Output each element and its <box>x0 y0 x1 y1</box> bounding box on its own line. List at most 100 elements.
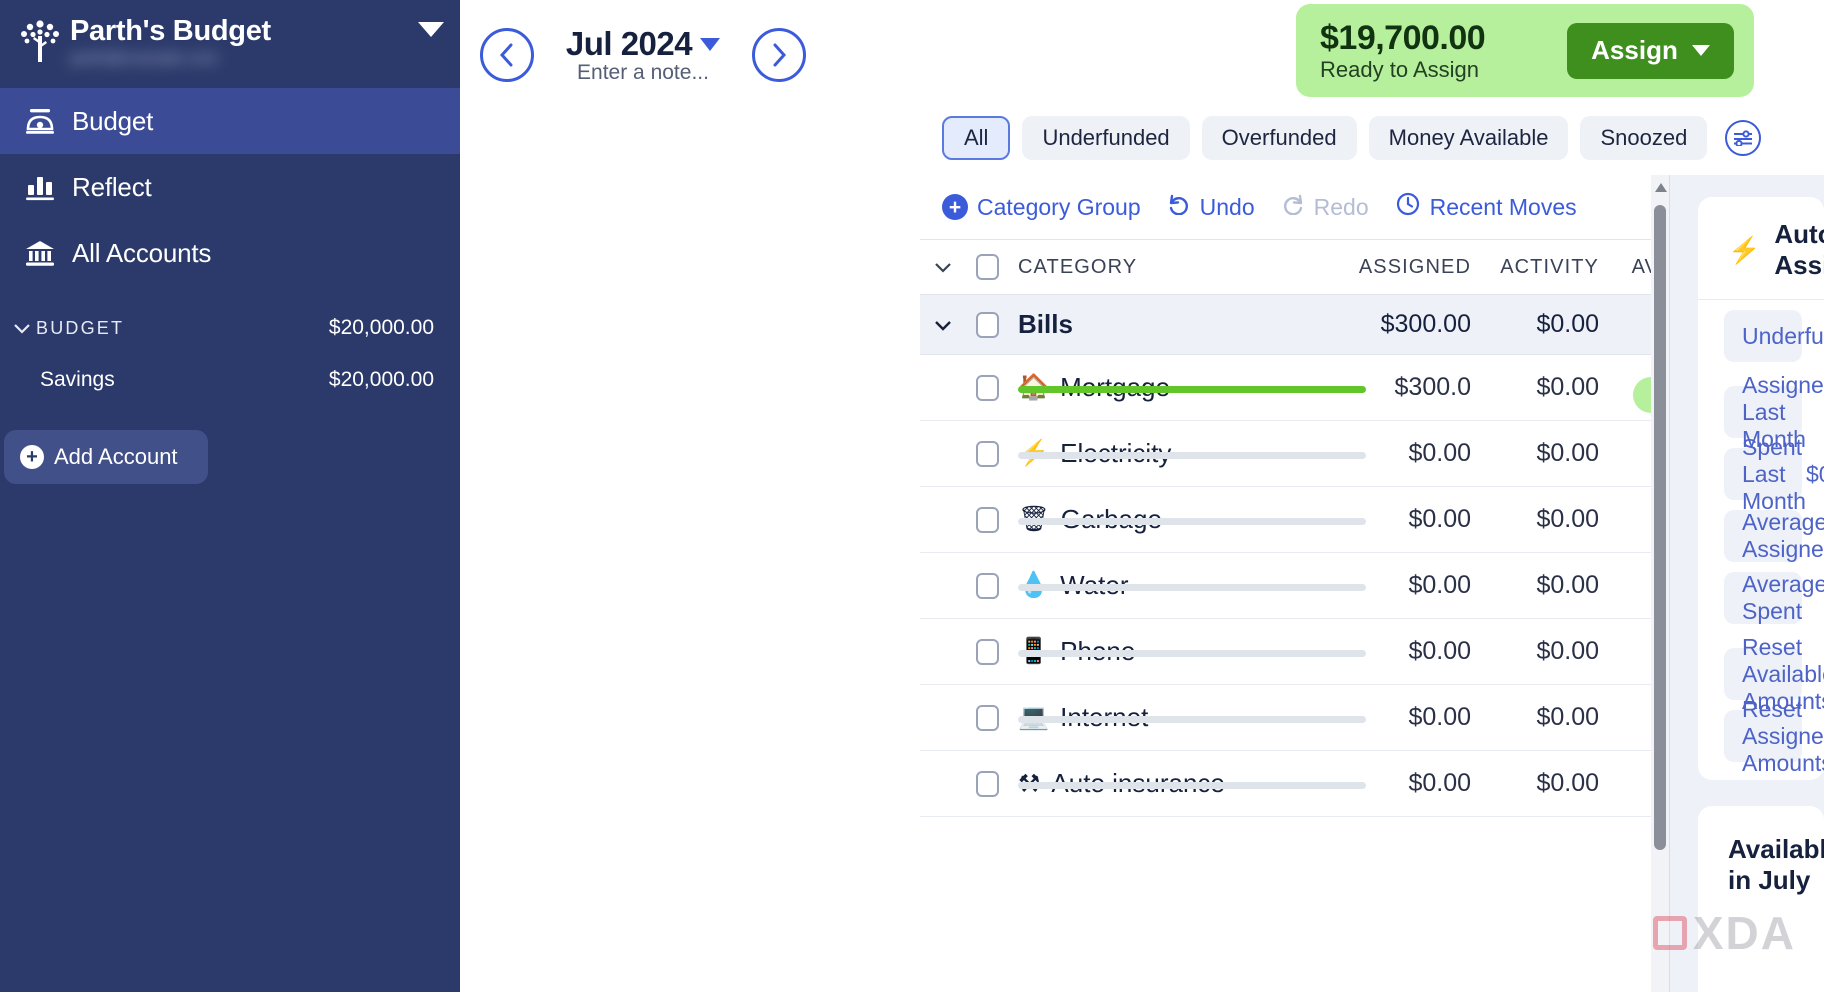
table-row[interactable]: ⚒ Auto insurance $0.00 $0.00 <box>920 751 1669 817</box>
recent-moves-button[interactable]: Recent Moves <box>1395 191 1577 223</box>
tab-all[interactable]: All <box>942 116 1011 160</box>
app-root: Parth's Budget parth@example.com Budget <box>0 0 1824 992</box>
row-assigned[interactable]: $0.00 <box>1353 505 1481 534</box>
available-in-month-label: Available in July <box>1728 834 1824 895</box>
table-row[interactable]: ⚡ Electricity $0.00 $0.00 <box>920 421 1669 487</box>
undo-button[interactable]: Undo <box>1167 193 1255 221</box>
month-navigation: Jul 2024 Enter a note... <box>480 25 806 85</box>
tab-overfunded[interactable]: Overfunded <box>1201 116 1357 160</box>
table-scrollbar[interactable] <box>1651 175 1669 992</box>
row-activity[interactable]: $0.00 <box>1481 571 1609 600</box>
row-activity[interactable]: $0.00 <box>1481 505 1609 534</box>
row-checkbox[interactable] <box>966 572 1008 599</box>
budget-section-header[interactable]: BUDGET $20,000.00 <box>0 302 460 354</box>
tab-snoozed[interactable]: Snoozed <box>1580 116 1708 160</box>
sidebar-item-all-accounts[interactable]: All Accounts <box>0 220 460 286</box>
ynab-tree-icon <box>18 16 62 64</box>
row-checkbox[interactable] <box>966 770 1008 797</box>
scroll-up-arrow-icon[interactable] <box>1655 183 1667 192</box>
row-assigned[interactable]: $0.00 <box>1353 703 1481 732</box>
row-assigned[interactable]: $300.0 <box>1353 373 1481 402</box>
group-checkbox[interactable] <box>966 311 1008 338</box>
auto-assign-row-reset-available[interactable]: Reset Available Amounts $0.0 <box>1724 634 1824 714</box>
watermark-square-icon <box>1652 916 1687 950</box>
row-activity[interactable]: $0.00 <box>1481 373 1609 402</box>
row-activity[interactable]: $0.00 <box>1481 769 1609 798</box>
tab-money-available[interactable]: Money Available <box>1368 116 1569 160</box>
row-assigned[interactable]: $0.00 <box>1353 637 1481 666</box>
row-activity[interactable]: $0.00 <box>1481 703 1609 732</box>
user-email: parth@example.com <box>70 50 218 67</box>
auto-assign-row-assigned-last-month[interactable]: Assigned Last Month $0.0 <box>1724 372 1824 452</box>
auto-assign-row-spent-last-month[interactable]: Spent Last Month $0.0 <box>1724 434 1824 514</box>
progress-bar <box>1018 584 1366 591</box>
select-all-checkbox[interactable] <box>966 254 1008 280</box>
table-row[interactable]: 💻 Internet $0.00 $0.00 <box>920 685 1669 751</box>
prev-month-button[interactable] <box>480 28 534 82</box>
row-assigned[interactable]: $0.00 <box>1353 571 1481 600</box>
filter-settings-icon[interactable] <box>1725 120 1762 156</box>
auto-assign-row-underfunded[interactable]: Underfunded $0.0 <box>1724 310 1824 362</box>
row-activity[interactable]: $0.00 <box>1481 637 1609 666</box>
chevron-down-icon[interactable] <box>1691 45 1710 56</box>
auto-assign-header[interactable]: ⚡ Auto-Assign <box>1698 215 1824 300</box>
column-header-activity[interactable]: ACTIVITY <box>1481 256 1609 279</box>
tab-label: Snoozed <box>1600 125 1688 150</box>
undo-label: Undo <box>1199 193 1255 220</box>
progress-bar <box>1018 650 1366 657</box>
row-activity[interactable]: $0.00 <box>1481 439 1609 468</box>
category-group-row-bills[interactable]: Bills $300.00 $0.00 <box>920 295 1669 355</box>
table-row[interactable]: 💧 Water $0.00 $0.00 <box>920 553 1669 619</box>
watermark-text: XDA <box>1692 907 1796 959</box>
row-checkbox[interactable] <box>966 506 1008 533</box>
table-row[interactable]: 🏠 Mortgage $300.0 $0.00 <box>920 355 1669 421</box>
scrollbar-thumb[interactable] <box>1654 205 1666 850</box>
auto-assign-row-average-spent[interactable]: Average Spent $0.0 <box>1724 571 1824 624</box>
row-assigned[interactable]: $0.00 <box>1353 769 1481 798</box>
redo-button[interactable]: Redo <box>1281 193 1369 221</box>
sidebar-item-label: All Accounts <box>72 237 212 268</box>
progress-bar <box>1018 716 1366 723</box>
chevron-down-icon[interactable] <box>920 318 966 332</box>
row-assigned[interactable]: $0.00 <box>1353 439 1481 468</box>
auto-assign-row-reset-assigned[interactable]: Reset Assigned Amounts $0.0 <box>1724 696 1824 776</box>
chevron-down-icon[interactable] <box>700 37 721 51</box>
available-in-month-card[interactable]: Available in July $30 <box>1698 806 1824 992</box>
category-group-label: Category Group <box>977 193 1141 220</box>
collapse-all-chevron-icon[interactable] <box>920 260 966 274</box>
budget-table: + Category Group Undo Redo Recent Moves … <box>920 175 1670 992</box>
row-label: Spent Last Month <box>1742 433 1806 514</box>
row-checkbox[interactable] <box>966 638 1008 665</box>
chevron-down-icon[interactable] <box>418 22 444 37</box>
tab-underfunded[interactable]: Underfunded <box>1022 116 1190 160</box>
row-checkbox[interactable] <box>966 440 1008 467</box>
table-row[interactable]: 📱 Phone $0.00 $0.00 <box>920 619 1669 685</box>
column-header-category[interactable]: CATEGORY <box>1008 256 1353 279</box>
chevron-down-icon <box>8 321 36 335</box>
group-assigned: $300.00 <box>1380 310 1471 338</box>
sidebar-item-budget[interactable]: Budget <box>0 88 460 154</box>
month-note[interactable]: Enter a note... <box>548 61 738 85</box>
add-account-button[interactable]: + Add Account <box>4 430 208 484</box>
assign-button[interactable]: Assign <box>1567 22 1734 79</box>
table-toolbar: + Category Group Undo Redo Recent Moves <box>920 175 1669 239</box>
sidebar: Parth's Budget parth@example.com Budget <box>0 0 460 992</box>
auto-assign-row-average-assigned[interactable]: Average Assigned $0.0 <box>1724 509 1824 562</box>
sidebar-account-savings[interactable]: Savings $20,000.00 <box>0 354 460 406</box>
sidebar-item-label: Reflect <box>72 171 152 202</box>
table-row[interactable]: 🗑 Garbage $0.00 $0.00 <box>920 487 1669 553</box>
redo-label: Redo <box>1313 193 1369 220</box>
add-account-label: Add Account <box>54 444 178 469</box>
budget-switcher[interactable]: Parth's Budget parth@example.com <box>0 0 460 86</box>
add-category-group-button[interactable]: + Category Group <box>942 194 1141 221</box>
tab-label: Underfunded <box>1042 125 1170 150</box>
current-month[interactable]: Jul 2024 Enter a note... <box>548 25 738 85</box>
next-month-button[interactable] <box>752 28 806 82</box>
row-checkbox[interactable] <box>966 374 1008 401</box>
row-checkbox[interactable] <box>966 704 1008 731</box>
tab-label: Overfunded <box>1221 125 1337 150</box>
tab-label: All <box>964 125 989 150</box>
sidebar-item-reflect[interactable]: Reflect <box>0 154 460 220</box>
column-header-assigned[interactable]: ASSIGNED <box>1353 256 1481 279</box>
clock-history-icon <box>1395 191 1421 223</box>
